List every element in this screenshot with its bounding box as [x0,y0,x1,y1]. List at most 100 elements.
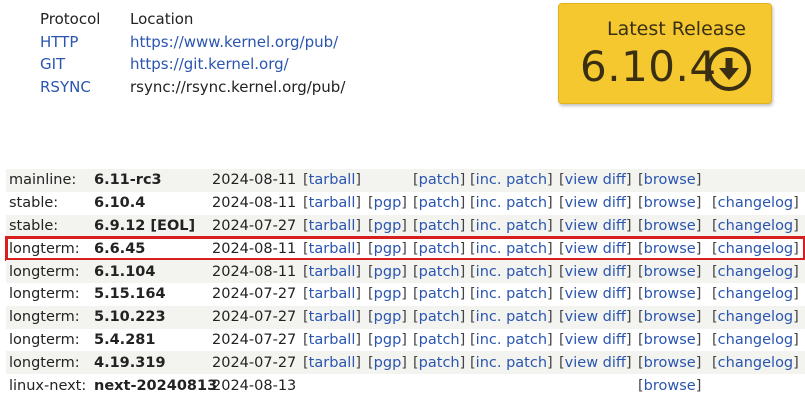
protocol-rsync-link[interactable]: RSYNC [40,78,130,96]
changelog-link[interactable]: changelog [718,241,793,257]
browse-link[interactable]: browse [644,264,696,280]
tarball-link[interactable]: tarball [309,264,356,280]
protocol-row-rsync: RSYNC rsync://rsync.kernel.org/pub/ [40,76,345,99]
release-row: stable: 6.10.4 2024-08-11 [tarball] [pgp] [pa… [6,191,805,215]
release-row-highlighted: longterm: 6.6.45 2024-08-11 [tarball] [pgp] [… [5,236,805,262]
latest-release-button[interactable]: Latest Release 6.10.4 [558,3,772,104]
tarball-link-cell: [tarball] [303,263,362,280]
tarball-link[interactable]: tarball [309,195,356,211]
location-git-link[interactable]: https://git.kernel.org/ [130,55,289,73]
view-diff-link[interactable]: view diff [565,241,626,257]
view-diff-link-cell: [view diff] [559,172,632,189]
tarball-link[interactable]: tarball [309,355,356,371]
view-diff-link[interactable]: view diff [565,355,626,371]
browse-link[interactable]: browse [644,286,696,302]
inc-patch-link[interactable]: inc. patch [476,332,547,348]
tarball-link[interactable]: tarball [309,332,356,348]
changelog-link-cell: [changelog] [712,195,799,212]
location-http-link[interactable]: https://www.kernel.org/pub/ [130,33,338,51]
pgp-link[interactable]: pgp [374,355,402,371]
tarball-link[interactable]: tarball [309,218,356,234]
release-category: longterm: [9,286,80,303]
protocol-git-link[interactable]: GIT [40,55,130,73]
inc-patch-link-cell: [inc. patch] [470,331,553,348]
pgp-link[interactable]: pgp [374,309,402,325]
inc-patch-link[interactable]: inc. patch [476,195,547,211]
protocol-http-link[interactable]: HTTP [40,33,130,51]
tarball-link[interactable]: tarball [309,286,356,302]
changelog-link[interactable]: changelog [718,309,793,325]
tarball-link[interactable]: tarball [309,309,356,325]
download-arrow-icon [707,47,751,91]
browse-link[interactable]: browse [644,332,696,348]
view-diff-link[interactable]: view diff [565,218,626,234]
browse-link-cell: [browse] [638,195,702,212]
patch-link-cell: [patch] [413,331,466,348]
changelog-link[interactable]: changelog [718,332,793,348]
view-diff-link[interactable]: view diff [565,332,626,348]
tarball-link[interactable]: tarball [309,172,356,188]
release-version: next-20240813 [94,377,218,394]
changelog-link[interactable]: changelog [718,286,793,302]
pgp-link-cell: [pgp] [368,354,407,371]
pgp-link[interactable]: pgp [374,195,402,211]
view-diff-link[interactable]: view diff [565,286,626,302]
view-diff-link[interactable]: view diff [565,172,626,188]
patch-link[interactable]: patch [419,355,460,371]
pgp-link[interactable]: pgp [374,332,402,348]
changelog-link-cell: [changelog] [712,309,799,326]
changelog-link[interactable]: changelog [718,264,793,280]
changelog-link[interactable]: changelog [718,355,793,371]
browse-link[interactable]: browse [644,309,696,325]
release-date: 2024-07-27 [212,309,297,326]
inc-patch-link[interactable]: inc. patch [476,218,547,234]
patch-link[interactable]: patch [419,241,460,257]
inc-patch-link[interactable]: inc. patch [476,355,547,371]
patch-link[interactable]: patch [419,172,460,188]
release-row: longterm: 5.4.281 2024-07-27 [tarball] [pgp]… [6,328,805,352]
patch-link[interactable]: patch [419,195,460,211]
release-version: 4.19.319 [94,354,166,371]
pgp-link-cell: [pgp] [368,195,407,212]
pgp-link[interactable]: pgp [374,218,402,234]
changelog-link[interactable]: changelog [718,218,793,234]
browse-link[interactable]: browse [644,241,696,257]
patch-link-cell: [patch] [413,286,466,303]
pgp-link[interactable]: pgp [374,286,402,302]
tarball-link[interactable]: tarball [309,241,356,257]
changelog-link[interactable]: changelog [718,195,793,211]
view-diff-link[interactable]: view diff [565,309,626,325]
inc-patch-link[interactable]: inc. patch [476,309,547,325]
inc-patch-link[interactable]: inc. patch [476,172,547,188]
browse-link[interactable]: browse [644,218,696,234]
patch-link[interactable]: patch [419,286,460,302]
protocol-header: Protocol [40,10,101,29]
browse-link[interactable]: browse [644,355,696,371]
inc-patch-link[interactable]: inc. patch [476,241,547,257]
view-diff-link-cell: [view diff] [559,286,632,303]
release-version: 5.15.164 [94,286,166,303]
release-date: 2024-08-11 [212,240,297,257]
view-diff-link[interactable]: view diff [565,264,626,280]
view-diff-link[interactable]: view diff [565,195,626,211]
changelog-link-cell: [changelog] [712,354,799,371]
inc-patch-link[interactable]: inc. patch [476,286,547,302]
view-diff-link-cell: [view diff] [559,331,632,348]
changelog-link-cell: [changelog] [712,240,799,257]
patch-link-cell: [patch] [413,309,466,326]
patch-link[interactable]: patch [419,218,460,234]
patch-link[interactable]: patch [419,264,460,280]
pgp-link[interactable]: pgp [374,241,402,257]
patch-link[interactable]: patch [419,332,460,348]
browse-link[interactable]: browse [644,195,696,211]
patch-link[interactable]: patch [419,309,460,325]
pgp-link[interactable]: pgp [374,264,402,280]
release-version: 6.10.4 [94,195,146,212]
patch-link-cell: [patch] [413,263,466,280]
inc-patch-link-cell: [inc. patch] [470,217,553,234]
inc-patch-link[interactable]: inc. patch [476,264,547,280]
browse-link[interactable]: browse [644,378,696,394]
inc-patch-link-cell: [inc. patch] [470,195,553,212]
tarball-link-cell: [tarball] [303,172,362,189]
browse-link[interactable]: browse [644,172,696,188]
